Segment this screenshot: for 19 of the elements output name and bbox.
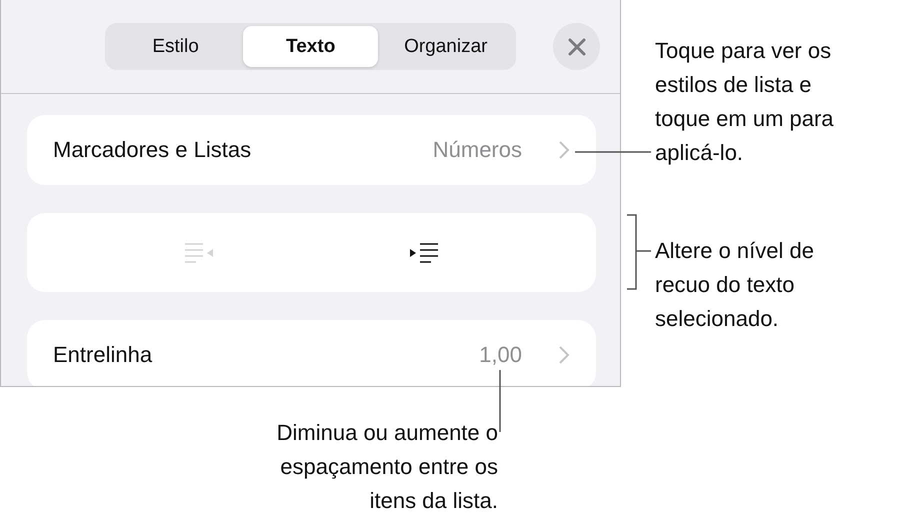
tab[interactable]: Texto bbox=[243, 26, 378, 67]
tab[interactable]: Organizar bbox=[378, 26, 514, 67]
settings-row[interactable]: Entrelinha 1,00 bbox=[27, 320, 596, 386]
row-label: Entrelinha bbox=[53, 342, 154, 368]
row-value: 1,00 bbox=[479, 342, 522, 368]
chevron-icon bbox=[558, 345, 570, 365]
indent-icon bbox=[408, 240, 440, 264]
callout-text: Diminua ou aumente o espaçamento entre os itens da lista. bbox=[276, 419, 498, 515]
close-button[interactable] bbox=[553, 23, 600, 70]
callout-text: Toque para ver os estilos de lista e toque em um para aplicá-lo. bbox=[655, 37, 834, 167]
row-label: Marcadores e Listas bbox=[53, 137, 252, 163]
outdent-icon bbox=[183, 240, 216, 264]
callout-text: Altere o nível de recuo do texto selecionado. bbox=[655, 237, 814, 333]
row-value: Números bbox=[432, 137, 522, 163]
settings-row[interactable]: Marcadores e Listas Números bbox=[27, 115, 596, 185]
leader-line bbox=[499, 370, 501, 432]
chevron-icon bbox=[558, 140, 570, 160]
close-icon bbox=[568, 38, 586, 56]
tab[interactable]: Estilo bbox=[108, 26, 244, 67]
